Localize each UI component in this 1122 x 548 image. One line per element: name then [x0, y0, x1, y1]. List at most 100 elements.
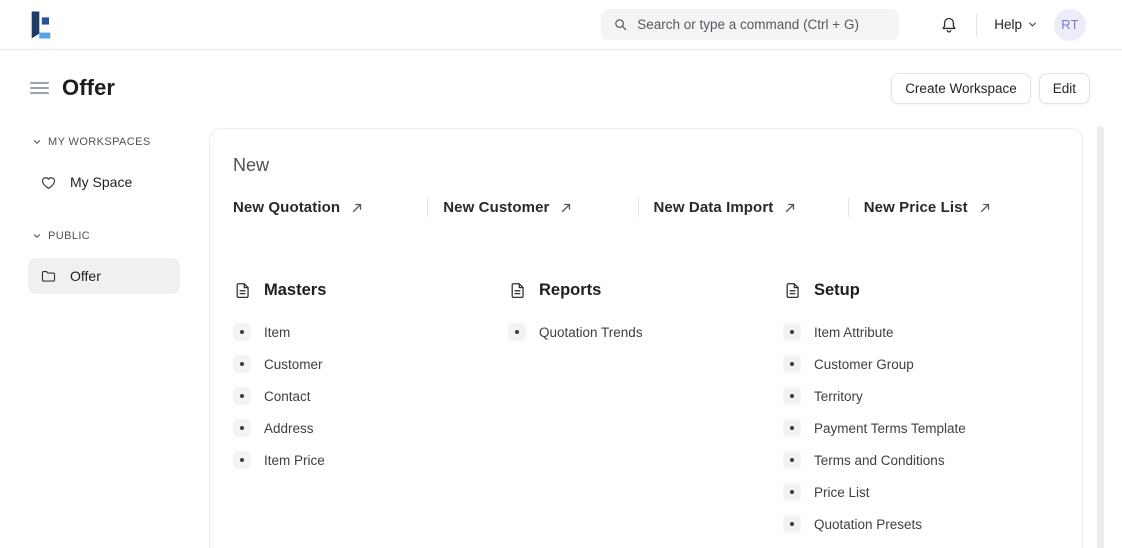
list-item-label: Customer Group — [814, 356, 914, 372]
list-item[interactable]: Quotation Presets — [783, 508, 1058, 540]
sidebar: MY WORKSPACES My Space PUBLIC Offer — [28, 128, 180, 294]
global-search-input[interactable]: Search or type a command (Ctrl + G) — [601, 9, 900, 40]
bullet-icon — [233, 387, 251, 405]
list-item-label: Territory — [814, 388, 863, 404]
bullet-icon — [783, 419, 801, 437]
column-title: Masters — [264, 281, 327, 299]
arrow-up-right-icon — [783, 201, 797, 215]
bullet-icon — [508, 323, 526, 341]
shortcuts-row: New Quotation New Customer New Data Impo… — [233, 198, 1058, 217]
column-header: Setup — [783, 281, 1058, 300]
section-label-text: PUBLIC — [48, 230, 91, 242]
column-title: Setup — [814, 281, 860, 299]
list-item[interactable]: Customer — [233, 348, 508, 380]
column-title: Reports — [539, 281, 602, 299]
new-section-title: New — [233, 155, 270, 175]
bullet-icon — [783, 451, 801, 469]
help-menu[interactable]: Help — [994, 17, 1038, 32]
arrow-up-right-icon — [350, 201, 364, 215]
heart-icon — [40, 174, 57, 191]
bullet-icon — [233, 419, 251, 437]
list-item-label: Item Attribute — [814, 324, 894, 340]
sidebar-item-offer[interactable]: Offer — [28, 258, 180, 294]
bullet-icon — [233, 323, 251, 341]
column-setup: Setup Item Attribute Customer Group Territ… — [783, 281, 1058, 540]
shortcut-label: New Quotation — [233, 199, 341, 216]
app-window: Search or type a command (Ctrl + G) Help… — [0, 0, 1122, 548]
notifications-button[interactable] — [939, 15, 959, 35]
shortcut-new-quotation[interactable]: New Quotation — [233, 199, 427, 216]
bullet-icon — [783, 515, 801, 533]
list-item-label: Quotation Trends — [539, 324, 643, 340]
shortcut-new-price-list[interactable]: New Price List — [864, 199, 1058, 216]
column-header: Reports — [508, 281, 783, 300]
list-item-label: Terms and Conditions — [814, 452, 945, 468]
list-item-label: Customer — [264, 356, 323, 372]
list-item[interactable]: Contact — [233, 380, 508, 412]
link-list: Item Customer Contact Address Item Price — [233, 316, 508, 476]
search-placeholder: Search or type a command (Ctrl + G) — [637, 17, 859, 32]
bullet-icon — [783, 387, 801, 405]
document-icon — [508, 281, 527, 300]
document-icon — [783, 281, 802, 300]
document-icon — [233, 281, 252, 300]
shortcut-divider — [427, 198, 429, 217]
arrow-up-right-icon — [559, 201, 573, 215]
bullet-icon — [783, 355, 801, 373]
list-item[interactable]: Item — [233, 316, 508, 348]
list-item[interactable]: Territory — [783, 380, 1058, 412]
search-icon — [613, 17, 628, 32]
sidebar-toggle-icon[interactable] — [30, 80, 49, 97]
list-item-label: Item Price — [264, 452, 325, 468]
shortcut-label: New Customer — [443, 199, 550, 216]
shortcut-divider — [847, 198, 849, 217]
link-columns: Masters Item Customer Contact Address Item P… — [233, 281, 1058, 540]
sidebar-section-public[interactable]: PUBLIC — [30, 230, 180, 242]
shortcut-new-customer[interactable]: New Customer — [443, 199, 637, 216]
navbar: Search or type a command (Ctrl + G) Help… — [0, 0, 1122, 50]
create-workspace-button[interactable]: Create Workspace — [891, 72, 1031, 104]
chevron-down-icon — [32, 137, 42, 147]
list-item[interactable]: Item Attribute — [783, 316, 1058, 348]
help-label: Help — [994, 17, 1022, 32]
shortcut-divider — [637, 198, 639, 217]
shortcut-new-data-import[interactable]: New Data Import — [654, 199, 848, 216]
list-item-label: Contact — [264, 388, 311, 404]
avatar[interactable]: RT — [1054, 8, 1086, 41]
workspace-card: New New Quotation New Customer New Data … — [209, 128, 1083, 548]
folder-icon — [40, 268, 57, 285]
chevron-down-icon — [1027, 19, 1038, 30]
page-header: Offer Create Workspace Edit — [30, 72, 1090, 104]
list-item[interactable]: Customer Group — [783, 348, 1058, 380]
list-item[interactable]: Price List — [783, 476, 1058, 508]
list-item[interactable]: Quotation Trends — [508, 316, 783, 348]
list-item-label: Payment Terms Template — [814, 420, 966, 436]
list-item[interactable]: Address — [233, 412, 508, 444]
column-masters: Masters Item Customer Contact Address Item P… — [233, 281, 508, 540]
bullet-icon — [233, 451, 251, 469]
navbar-divider — [976, 13, 978, 36]
scrollbar[interactable] — [1097, 126, 1104, 548]
bullet-icon — [783, 323, 801, 341]
sidebar-item-my-space[interactable]: My Space — [28, 164, 180, 200]
list-item[interactable]: Item Price — [233, 444, 508, 476]
list-item-label: Address — [264, 420, 314, 436]
bullet-icon — [233, 355, 251, 373]
arrow-up-right-icon — [978, 201, 992, 215]
sidebar-item-label: My Space — [70, 174, 133, 190]
list-item[interactable]: Payment Terms Template — [783, 412, 1058, 444]
edit-button[interactable]: Edit — [1038, 72, 1090, 104]
list-item[interactable]: Terms and Conditions — [783, 444, 1058, 476]
shortcut-label: New Price List — [863, 199, 968, 216]
shortcut-label: New Data Import — [653, 199, 774, 216]
column-header: Masters — [233, 281, 508, 300]
sidebar-section-my-workspaces[interactable]: MY WORKSPACES — [30, 136, 180, 148]
list-item-label: Price List — [814, 484, 870, 500]
column-reports: Reports Quotation Trends — [508, 281, 783, 540]
header-actions: Create Workspace Edit — [891, 72, 1090, 104]
avatar-initials: RT — [1061, 17, 1079, 32]
bell-icon — [939, 15, 959, 35]
app-logo-icon[interactable] — [30, 10, 52, 40]
sidebar-item-label: Offer — [70, 268, 101, 284]
list-item-label: Item — [264, 324, 291, 340]
